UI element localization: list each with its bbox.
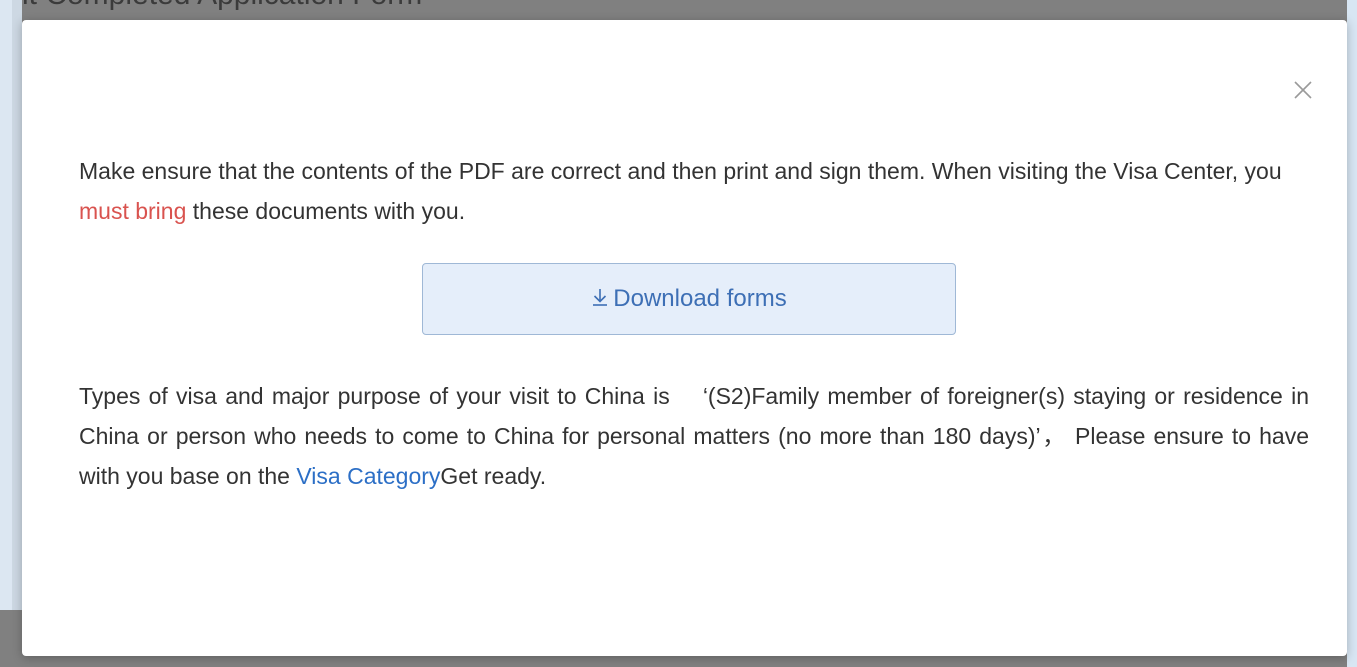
background-page-title: it Completed Application Form <box>22 0 422 12</box>
background-page-right-edge <box>1347 0 1357 667</box>
instruction-text-before: Make ensure that the contents of the PDF… <box>79 158 1282 184</box>
download-forms-button[interactable]: Download forms <box>422 263 956 335</box>
instruction-paragraph: Make ensure that the contents of the PDF… <box>79 151 1309 231</box>
must-bring-highlight: must bring <box>79 198 187 224</box>
download-icon <box>591 287 609 312</box>
visa-type-text-before: Types of visa and major purpose of your … <box>79 383 1309 489</box>
close-button[interactable] <box>1289 76 1317 104</box>
background-page <box>0 0 12 610</box>
close-icon[interactable] <box>1289 76 1317 104</box>
visa-type-paragraph: Types of visa and major purpose of your … <box>79 376 1309 496</box>
download-forms-label: Download forms <box>613 285 787 312</box>
instruction-text-after: these documents with you. <box>186 198 466 224</box>
visa-type-text-after: Get ready. <box>440 463 547 489</box>
download-forms-dialog: Make ensure that the contents of the PDF… <box>22 20 1347 656</box>
visa-category-link[interactable]: Visa Category <box>296 463 440 489</box>
background-page-shade <box>12 0 22 610</box>
